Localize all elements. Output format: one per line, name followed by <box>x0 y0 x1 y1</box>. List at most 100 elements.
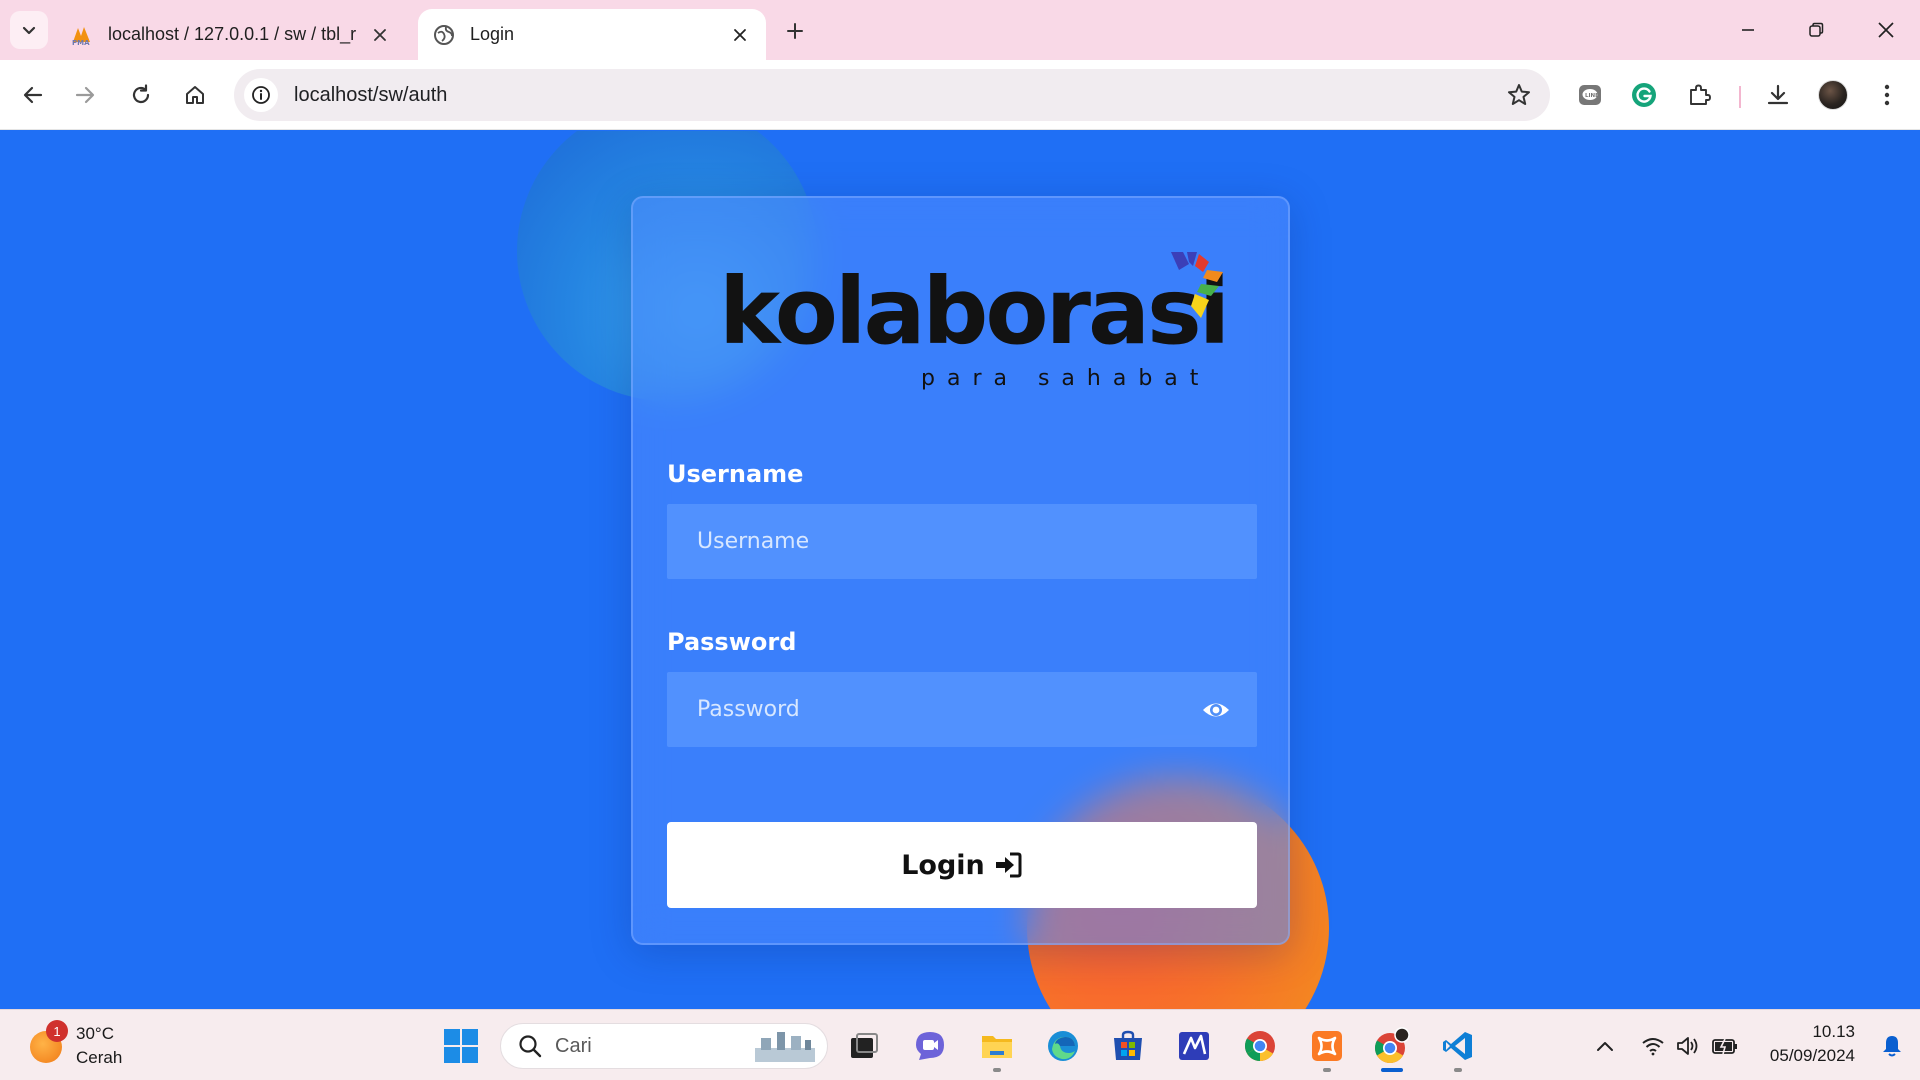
taskbar-search[interactable]: Cari <box>500 1023 828 1069</box>
windows-taskbar: 1 30°C Cerah Cari 10.13 05/09/2024 <box>0 1009 1920 1080</box>
svg-text:PMA: PMA <box>72 39 90 46</box>
chrome-profile-app[interactable] <box>1372 1026 1412 1066</box>
microsoft-store-app[interactable] <box>1108 1026 1148 1066</box>
volume-status[interactable] <box>1676 1034 1702 1058</box>
clock-date[interactable]: 05/09/2024 <box>1770 1046 1855 1066</box>
teams-chat-app[interactable] <box>910 1026 950 1066</box>
downloads-button[interactable] <box>1759 76 1797 114</box>
line-extension-button[interactable]: LINE <box>1571 76 1609 114</box>
pen-app-icon <box>1179 1032 1209 1060</box>
arrow-left-icon <box>23 86 43 104</box>
arrow-right-icon <box>75 86 95 104</box>
battery-charging-icon <box>1712 1038 1737 1055</box>
globe-icon <box>432 23 456 47</box>
address-text[interactable]: localhost/sw/auth <box>294 84 447 107</box>
password-input[interactable] <box>667 672 1257 747</box>
chevron-down-icon <box>22 26 36 35</box>
show-hidden-icons-button[interactable] <box>1592 1034 1618 1058</box>
phpmyadmin-icon: PMA <box>70 23 94 47</box>
weather-badge: 1 <box>46 1020 68 1042</box>
vscode-app[interactable] <box>1438 1026 1478 1066</box>
back-button[interactable] <box>14 76 52 114</box>
bookmark-star-icon[interactable] <box>1506 82 1532 108</box>
login-card: kolaborasi para sahabat Username Passwor… <box>631 196 1290 945</box>
password-label: Password <box>667 628 797 656</box>
weather-description[interactable]: Cerah <box>76 1048 122 1068</box>
username-input[interactable] <box>667 504 1257 579</box>
search-highlight-icon <box>755 1032 815 1062</box>
chevron-up-icon <box>1597 1042 1613 1051</box>
restore-icon <box>1809 22 1824 37</box>
new-tab-button[interactable] <box>780 16 810 46</box>
login-button-label: Login <box>901 849 985 881</box>
clock-time[interactable]: 10.13 <box>1812 1022 1855 1042</box>
logo-wordmark: kolaborasi <box>719 258 1230 365</box>
task-view-app[interactable] <box>844 1026 884 1066</box>
weather-temperature[interactable]: 30°C <box>76 1024 114 1044</box>
username-label: Username <box>667 460 804 488</box>
logo-tagline: para sahabat <box>921 366 1211 391</box>
app-active-indicator <box>1381 1068 1403 1072</box>
profile-avatar[interactable] <box>1818 80 1848 110</box>
extensions-button[interactable] <box>1680 76 1718 114</box>
folder-icon <box>982 1036 1012 1058</box>
password-field-wrap <box>667 672 1257 747</box>
notification-bell-icon[interactable] <box>1880 1034 1904 1058</box>
close-icon <box>1878 22 1894 38</box>
tab-phpmyadmin[interactable]: PMA localhost / 127.0.0.1 / sw / tbl_r <box>56 9 406 60</box>
puzzle-icon <box>1690 84 1711 105</box>
edge-icon <box>1048 1031 1078 1061</box>
close-window-button[interactable] <box>1858 8 1914 52</box>
grammarly-button[interactable] <box>1625 76 1663 114</box>
home-button[interactable] <box>176 76 214 114</box>
wifi-status[interactable] <box>1640 1034 1666 1058</box>
chrome-app[interactable] <box>1240 1026 1280 1066</box>
reload-icon <box>132 84 150 104</box>
address-bar[interactable]: localhost/sw/auth <box>234 69 1550 121</box>
line-extension-icon: LINE <box>1579 85 1601 105</box>
edge-app[interactable] <box>1043 1026 1083 1066</box>
wifi-icon <box>1642 1038 1664 1056</box>
toolbar-separator <box>1739 86 1741 108</box>
kolaborasi-logo: kolaborasi para sahabat <box>719 248 1239 398</box>
tab-strip: PMA localhost / 127.0.0.1 / sw / tbl_r L… <box>0 0 1920 60</box>
menu-button[interactable] <box>1868 76 1906 114</box>
tab-login[interactable]: Login <box>418 9 766 60</box>
download-icon <box>1767 84 1789 105</box>
browser-toolbar: localhost/sw/auth LINE <box>0 60 1920 130</box>
volume-icon <box>1677 1037 1698 1055</box>
grammarly-icon <box>1632 83 1656 107</box>
logo-mark-icon <box>1171 252 1223 318</box>
sign-in-icon <box>995 852 1022 878</box>
forward-button[interactable] <box>66 76 104 114</box>
more-vertical-icon <box>1884 84 1890 106</box>
xampp-icon <box>1312 1031 1342 1061</box>
search-icon <box>519 1035 542 1058</box>
store-icon <box>1114 1030 1142 1060</box>
xampp-app[interactable] <box>1307 1026 1347 1066</box>
taskbar-search-label: Cari <box>555 1034 592 1057</box>
login-button[interactable]: Login <box>667 822 1257 908</box>
close-tab-icon[interactable] <box>368 23 392 47</box>
pen-app[interactable] <box>1174 1026 1214 1066</box>
restore-button[interactable] <box>1788 8 1844 52</box>
battery-status[interactable] <box>1712 1034 1738 1058</box>
tab-search-button[interactable] <box>10 11 48 49</box>
minimize-button[interactable] <box>1720 8 1776 52</box>
minimize-icon <box>1742 29 1754 31</box>
vscode-icon <box>1443 1032 1472 1060</box>
reload-button[interactable] <box>122 76 160 114</box>
chat-camera-icon <box>916 1032 944 1060</box>
show-password-eye-icon[interactable] <box>1201 696 1231 724</box>
site-info-icon[interactable] <box>244 78 278 112</box>
close-tab-icon[interactable] <box>728 23 752 47</box>
tab-title: localhost / 127.0.0.1 / sw / tbl_r <box>108 24 357 44</box>
chrome-profile-icon <box>1374 1027 1410 1064</box>
windows-start-icon[interactable] <box>443 1028 479 1064</box>
app-running-indicator <box>1323 1068 1331 1072</box>
app-running-indicator <box>993 1068 1001 1072</box>
file-explorer-app[interactable] <box>977 1026 1017 1066</box>
task-view-icon <box>851 1033 878 1058</box>
app-running-indicator <box>1454 1068 1462 1072</box>
login-page: kolaborasi para sahabat Username Passwor… <box>0 131 1920 1009</box>
